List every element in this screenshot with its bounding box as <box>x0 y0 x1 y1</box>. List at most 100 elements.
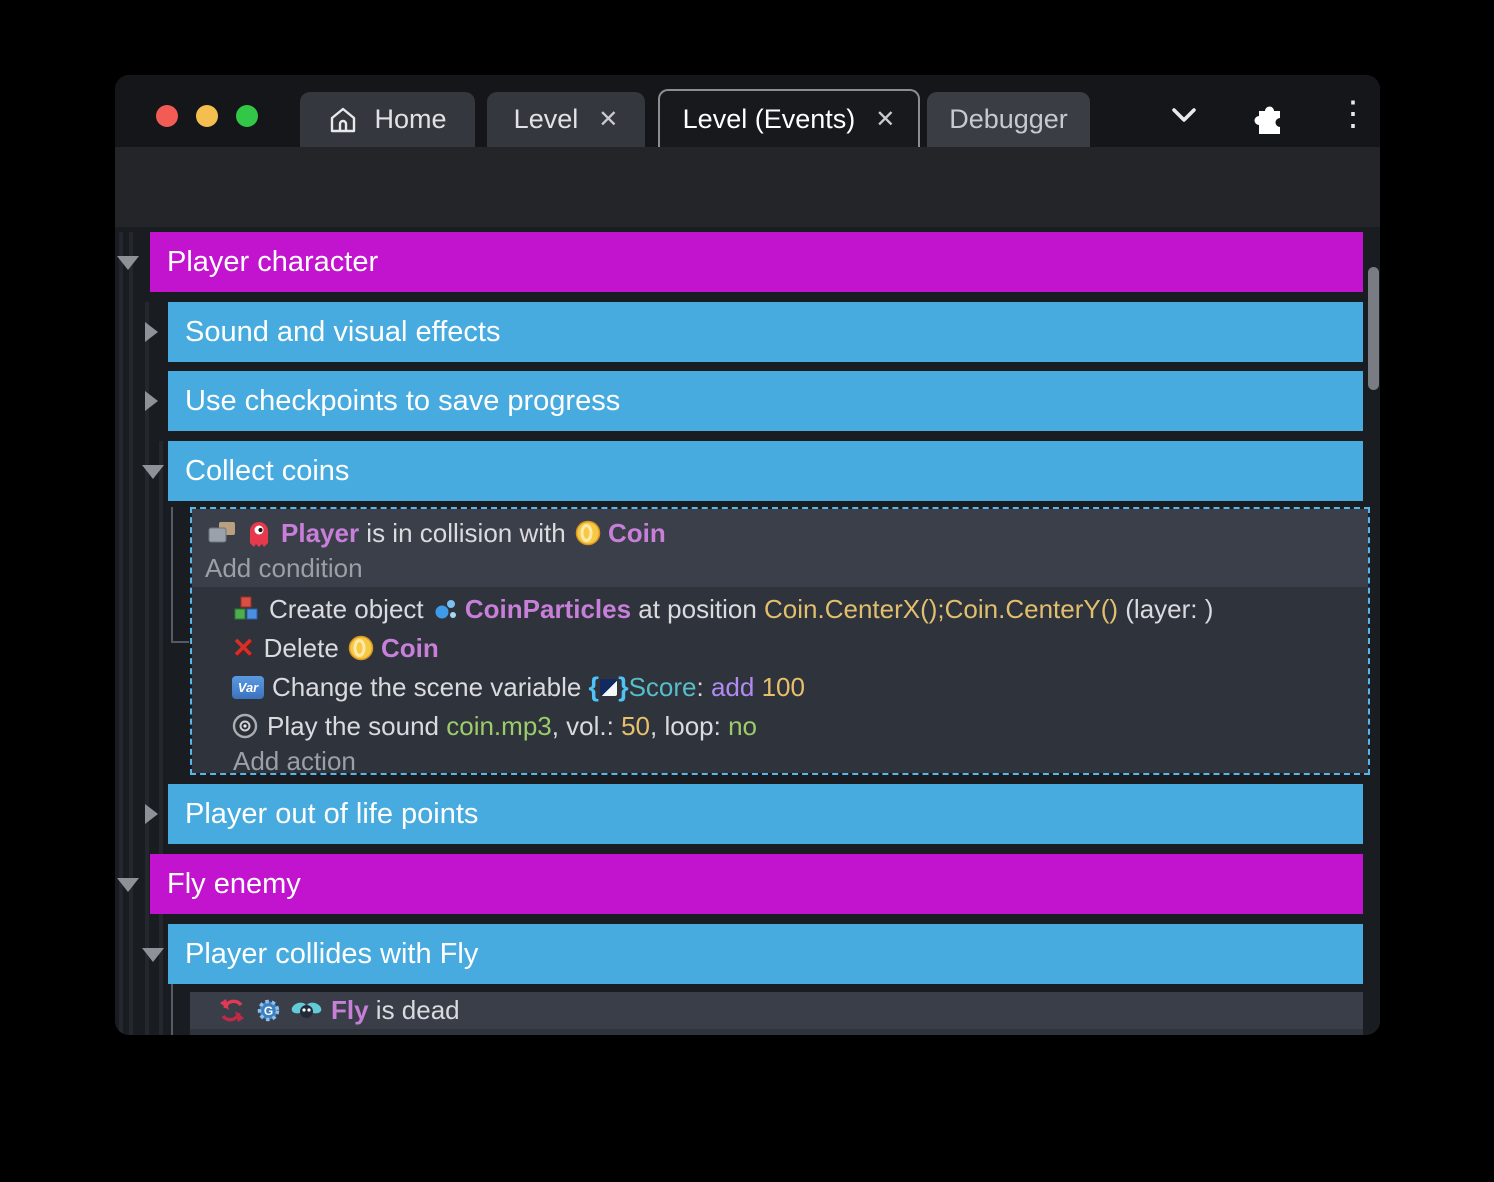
group-row-player-collides-fly[interactable]: Player collides with Fly <box>168 924 1363 984</box>
condition-text: is in collision with <box>359 518 573 549</box>
svg-text:G: G <box>264 1004 273 1018</box>
condition-row-collision[interactable]: Player is in collision with Coin <box>206 514 666 552</box>
group-label: Player character <box>167 246 378 279</box>
action-text: , loop: <box>650 711 728 742</box>
variable-badge-icon: { <box>589 672 600 703</box>
expand-arrow-checkpoints[interactable] <box>145 391 158 411</box>
group-row-out-of-life[interactable]: Player out of life points <box>168 784 1363 844</box>
fly-object-icon <box>291 999 322 1022</box>
variable-badge-image <box>600 679 617 696</box>
action-row-create-object[interactable]: Create object CoinParticles at position … <box>232 590 1213 628</box>
scrollbar-thumb[interactable] <box>1368 267 1379 390</box>
create-object-icon <box>232 595 260 623</box>
action-row-delete[interactable]: ✕ Delete Coin <box>232 629 439 667</box>
window-controls <box>156 105 258 127</box>
action-text: Create object <box>269 594 431 625</box>
expand-arrow-sound-effects[interactable] <box>145 322 158 342</box>
operator-keyword: add <box>711 672 762 703</box>
action-text: : <box>697 672 711 703</box>
action-text: Delete <box>264 633 346 664</box>
tab-label: Debugger <box>949 104 1068 135</box>
toolbar <box>115 147 1380 227</box>
action-row-change-variable[interactable]: Var Change the scene variable {}Score: a… <box>232 668 805 706</box>
tab-label: Level <box>514 104 579 135</box>
selected-event-block[interactable]: Player is in collision with Coin Add con… <box>190 507 1370 775</box>
overflow-menu-icon[interactable]: ⋮ <box>1336 97 1370 131</box>
minimize-window-button[interactable] <box>196 105 218 127</box>
chevron-down-icon[interactable] <box>1167 103 1201 127</box>
tab-debugger[interactable]: Debugger <box>927 92 1090 147</box>
expand-arrow-out-of-life[interactable] <box>145 804 158 824</box>
tab-level[interactable]: Level ✕ <box>487 92 645 147</box>
add-condition-button[interactable]: Add condition <box>205 553 363 584</box>
object-name: Coin <box>381 633 439 664</box>
variable-action-icon: Var <box>232 676 264 699</box>
collapse-arrow-player-collides-fly[interactable] <box>142 948 164 962</box>
object-name: Coin <box>608 518 666 549</box>
coin-object-icon <box>575 520 601 546</box>
tab-label: Level (Events) <box>683 104 856 135</box>
tab-level-events[interactable]: Level (Events) ✕ <box>658 89 920 147</box>
tab-home[interactable]: Home <box>300 92 475 147</box>
sound-file-name: coin.mp3 <box>446 711 552 742</box>
group-label: Fly enemy <box>167 868 301 901</box>
group-row-sound-effects[interactable]: Sound and visual effects <box>168 302 1363 362</box>
behavior-gear-icon: G <box>255 997 282 1024</box>
tree-connector <box>171 507 173 643</box>
tab-label: Home <box>374 104 446 135</box>
group-label: Collect coins <box>185 455 349 488</box>
object-name: CoinParticles <box>465 594 631 625</box>
number-value: 100 <box>762 672 805 703</box>
conditions-area: Player is in collision with Coin Add con… <box>192 509 1368 587</box>
tree-connector <box>171 641 189 643</box>
collapse-arrow-fly-enemy[interactable] <box>117 878 139 892</box>
tree-connector <box>171 984 173 1035</box>
group-row-player-character[interactable]: Player character <box>150 232 1363 292</box>
variable-badge-icon: } <box>618 672 629 703</box>
indent-guide <box>119 232 123 1035</box>
group-label: Player collides with Fly <box>185 938 478 971</box>
close-tab-icon[interactable]: ✕ <box>598 105 618 134</box>
expression-value: Coin.CenterX();Coin.CenterY() <box>764 594 1118 625</box>
group-row-checkpoints[interactable]: Use checkpoints to save progress <box>168 371 1363 431</box>
action-text: at position <box>631 594 764 625</box>
close-tab-icon[interactable]: ✕ <box>875 105 895 134</box>
group-label: Use checkpoints to save progress <box>185 385 620 418</box>
condition-text: is dead <box>369 995 460 1026</box>
group-row-collect-coins[interactable]: Collect coins <box>168 441 1363 501</box>
indent-guide <box>129 232 133 1035</box>
collapse-arrow-player-character[interactable] <box>117 256 139 270</box>
indent-guide <box>145 302 149 1035</box>
coin-object-icon <box>348 635 374 661</box>
variable-name: Score <box>629 672 697 703</box>
home-icon <box>328 105 358 135</box>
delete-action-icon: ✕ <box>232 633 255 664</box>
group-label: Player out of life points <box>185 798 478 831</box>
close-window-button[interactable] <box>156 105 178 127</box>
coin-particles-icon <box>433 596 459 622</box>
actions-area: Create object CoinParticles at position … <box>192 587 1368 773</box>
gdevelop-window: Home Level ✕ Level (Events) ✕ Debugger ⋮ <box>115 75 1380 1035</box>
fly-event-actions-strip <box>190 1029 1363 1035</box>
action-row-play-sound[interactable]: Play the sound coin.mp3, vol.: 50, loop:… <box>232 707 757 745</box>
add-action-button[interactable]: Add action <box>233 746 356 777</box>
extensions-puzzle-icon[interactable] <box>1248 95 1288 135</box>
volume-value: 50 <box>621 711 650 742</box>
condition-row-fly-dead[interactable]: G Fly is dead <box>190 992 1363 1029</box>
object-name: Fly <box>331 995 369 1026</box>
tab-bar: Home Level ✕ Level (Events) ✕ Debugger ⋮ <box>115 75 1380 147</box>
loop-value: no <box>728 711 757 742</box>
group-label: Sound and visual effects <box>185 316 500 349</box>
player-object-icon <box>246 518 272 548</box>
collision-condition-icon <box>206 520 237 546</box>
repeat-arrows-icon <box>218 997 246 1024</box>
fullscreen-window-button[interactable] <box>236 105 258 127</box>
action-text: , vol.: <box>552 711 621 742</box>
collapse-arrow-collect-coins[interactable] <box>142 465 164 479</box>
action-text: (layer: ) <box>1118 594 1213 625</box>
group-row-fly-enemy[interactable]: Fly enemy <box>150 854 1363 914</box>
audio-action-icon <box>232 713 258 739</box>
action-text: Play the sound <box>267 711 446 742</box>
object-name: Player <box>281 518 359 549</box>
action-text: Change the scene variable <box>272 672 589 703</box>
